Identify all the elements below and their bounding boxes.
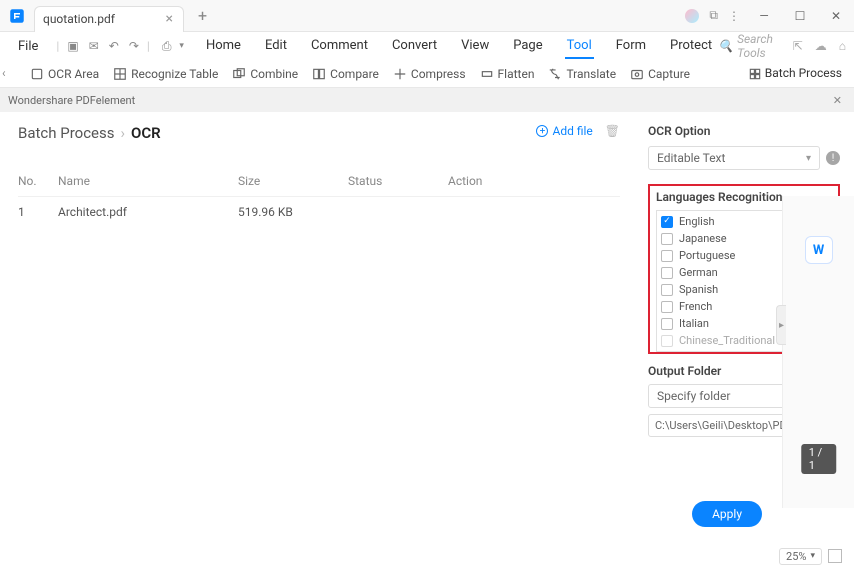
apply-button[interactable]: Apply bbox=[692, 501, 762, 527]
panel-title: Wondershare PDFelement bbox=[8, 94, 135, 107]
tab-comment[interactable]: Comment bbox=[309, 34, 370, 59]
tab-form[interactable]: Form bbox=[614, 34, 648, 59]
cell-action bbox=[448, 205, 533, 219]
home-icon[interactable]: ⌂ bbox=[839, 39, 846, 53]
recognize-table-tool[interactable]: Recognize Table bbox=[113, 67, 218, 81]
close-tab-icon[interactable]: × bbox=[164, 11, 175, 27]
flatten-tool[interactable]: Flatten bbox=[480, 67, 535, 81]
add-file-button[interactable]: + Add file bbox=[536, 124, 592, 138]
kebab-menu-icon[interactable]: ⋮ bbox=[728, 9, 740, 23]
chevron-down-icon: ▾ bbox=[810, 551, 815, 561]
checkbox-icon[interactable] bbox=[661, 267, 673, 279]
col-header-size: Size bbox=[238, 174, 348, 188]
panel-header: Wondershare PDFelement ✕ bbox=[0, 88, 854, 112]
tab-title: quotation.pdf bbox=[43, 12, 164, 26]
tab-edit[interactable]: Edit bbox=[263, 34, 289, 59]
ocr-mode-dropdown[interactable]: Editable Text ▾ bbox=[648, 146, 820, 170]
minimize-button[interactable]: — bbox=[746, 0, 782, 32]
document-tab[interactable]: quotation.pdf × bbox=[34, 6, 184, 32]
checkbox-icon[interactable] bbox=[661, 335, 673, 347]
compress-tool[interactable]: Compress bbox=[393, 67, 466, 81]
breadcrumb-parent[interactable]: Batch Process bbox=[18, 124, 115, 142]
collapse-rail-button[interactable]: ▸ bbox=[776, 305, 786, 345]
breadcrumb-current: OCR bbox=[131, 124, 161, 142]
tab-page[interactable]: Page bbox=[511, 34, 544, 59]
cloud-icon[interactable]: ☁ bbox=[815, 39, 827, 53]
translate-tool[interactable]: Translate bbox=[548, 67, 616, 81]
print-dropdown-icon[interactable]: ▾ bbox=[179, 41, 184, 51]
files-panel: Batch Process › OCR + Add file 🗑 No. Nam… bbox=[0, 112, 638, 538]
external-link-icon[interactable]: ⇱ bbox=[793, 39, 803, 53]
mail-icon[interactable]: ✉ bbox=[89, 39, 99, 53]
undo-icon[interactable]: ↶ bbox=[109, 39, 119, 53]
cell-status bbox=[348, 205, 448, 219]
col-header-action: Action bbox=[448, 174, 533, 188]
fit-page-icon[interactable] bbox=[828, 549, 842, 563]
checkbox-icon[interactable] bbox=[661, 318, 673, 330]
print-icon[interactable]: ⎙ bbox=[162, 39, 172, 54]
user-avatar-icon[interactable] bbox=[685, 9, 699, 23]
save-icon[interactable]: ▣ bbox=[67, 39, 78, 53]
close-window-button[interactable]: ✕ bbox=[818, 0, 854, 32]
checkbox-icon[interactable] bbox=[661, 216, 673, 228]
tab-tool[interactable]: Tool bbox=[565, 34, 594, 59]
col-header-no: No. bbox=[18, 174, 58, 188]
cell-no: 1 bbox=[18, 205, 58, 219]
maximize-button[interactable]: ☐ bbox=[782, 0, 818, 32]
combine-tool[interactable]: Combine bbox=[232, 67, 298, 81]
word-export-icon[interactable]: W bbox=[805, 236, 833, 264]
ocr-area-tool[interactable]: OCR Area bbox=[30, 67, 99, 81]
col-header-status: Status bbox=[348, 174, 448, 188]
ocr-option-title: OCR Option bbox=[648, 124, 840, 138]
tab-convert[interactable]: Convert bbox=[390, 34, 439, 59]
files-table-header: No. Name Size Status Action bbox=[18, 166, 620, 197]
checkbox-icon[interactable] bbox=[661, 233, 673, 245]
page-count-badge: 1 / 1 bbox=[801, 444, 837, 474]
titlebar: quotation.pdf × + ⧉ ⋮ — ☐ ✕ bbox=[0, 0, 854, 32]
app-logo bbox=[0, 0, 34, 32]
panel-close-button[interactable]: ✕ bbox=[829, 94, 846, 107]
zoom-dropdown[interactable]: 25% ▾ bbox=[779, 548, 822, 565]
plus-icon: + bbox=[536, 125, 548, 137]
checkbox-icon[interactable] bbox=[661, 250, 673, 262]
info-icon[interactable]: ! bbox=[826, 151, 840, 165]
scroll-left-icon[interactable]: ‹ bbox=[2, 66, 6, 80]
share-icon[interactable]: ⧉ bbox=[709, 8, 718, 23]
checkbox-icon[interactable] bbox=[661, 284, 673, 296]
cell-size: 519.96 KB bbox=[238, 205, 348, 219]
tab-view[interactable]: View bbox=[459, 34, 491, 59]
delete-icon[interactable]: 🗑 bbox=[605, 124, 620, 138]
panel-footer: Apply bbox=[0, 490, 782, 538]
col-header-name: Name bbox=[58, 174, 238, 188]
table-row[interactable]: 1 Architect.pdf 519.96 KB bbox=[18, 197, 620, 227]
add-tab-button[interactable]: + bbox=[192, 6, 213, 25]
statusbar: 25% ▾ bbox=[779, 544, 842, 568]
tab-home[interactable]: Home bbox=[204, 34, 243, 59]
menubar: File | ▣ ✉ ↶ ↷ | ⎙ ▾ Home Edit Comment C… bbox=[0, 32, 854, 60]
file-menu[interactable]: File bbox=[8, 35, 48, 58]
batch-process-tool[interactable]: Batch Process bbox=[744, 66, 846, 81]
chevron-down-icon: ▾ bbox=[806, 153, 811, 164]
search-tools-input[interactable]: 🔍 Search Tools bbox=[718, 32, 781, 60]
redo-icon[interactable]: ↷ bbox=[129, 39, 139, 53]
capture-tool[interactable]: Capture bbox=[630, 67, 690, 81]
tab-protect[interactable]: Protect bbox=[668, 34, 714, 59]
tool-subtoolbar: ‹ OCR Area Recognize Table Combine Compa… bbox=[0, 60, 854, 88]
breadcrumb: Batch Process › OCR bbox=[18, 124, 161, 142]
checkbox-icon[interactable] bbox=[661, 301, 673, 313]
right-rail: W 1 / 1 bbox=[782, 196, 854, 508]
compare-tool[interactable]: Compare bbox=[312, 67, 379, 81]
cell-name: Architect.pdf bbox=[58, 205, 238, 219]
